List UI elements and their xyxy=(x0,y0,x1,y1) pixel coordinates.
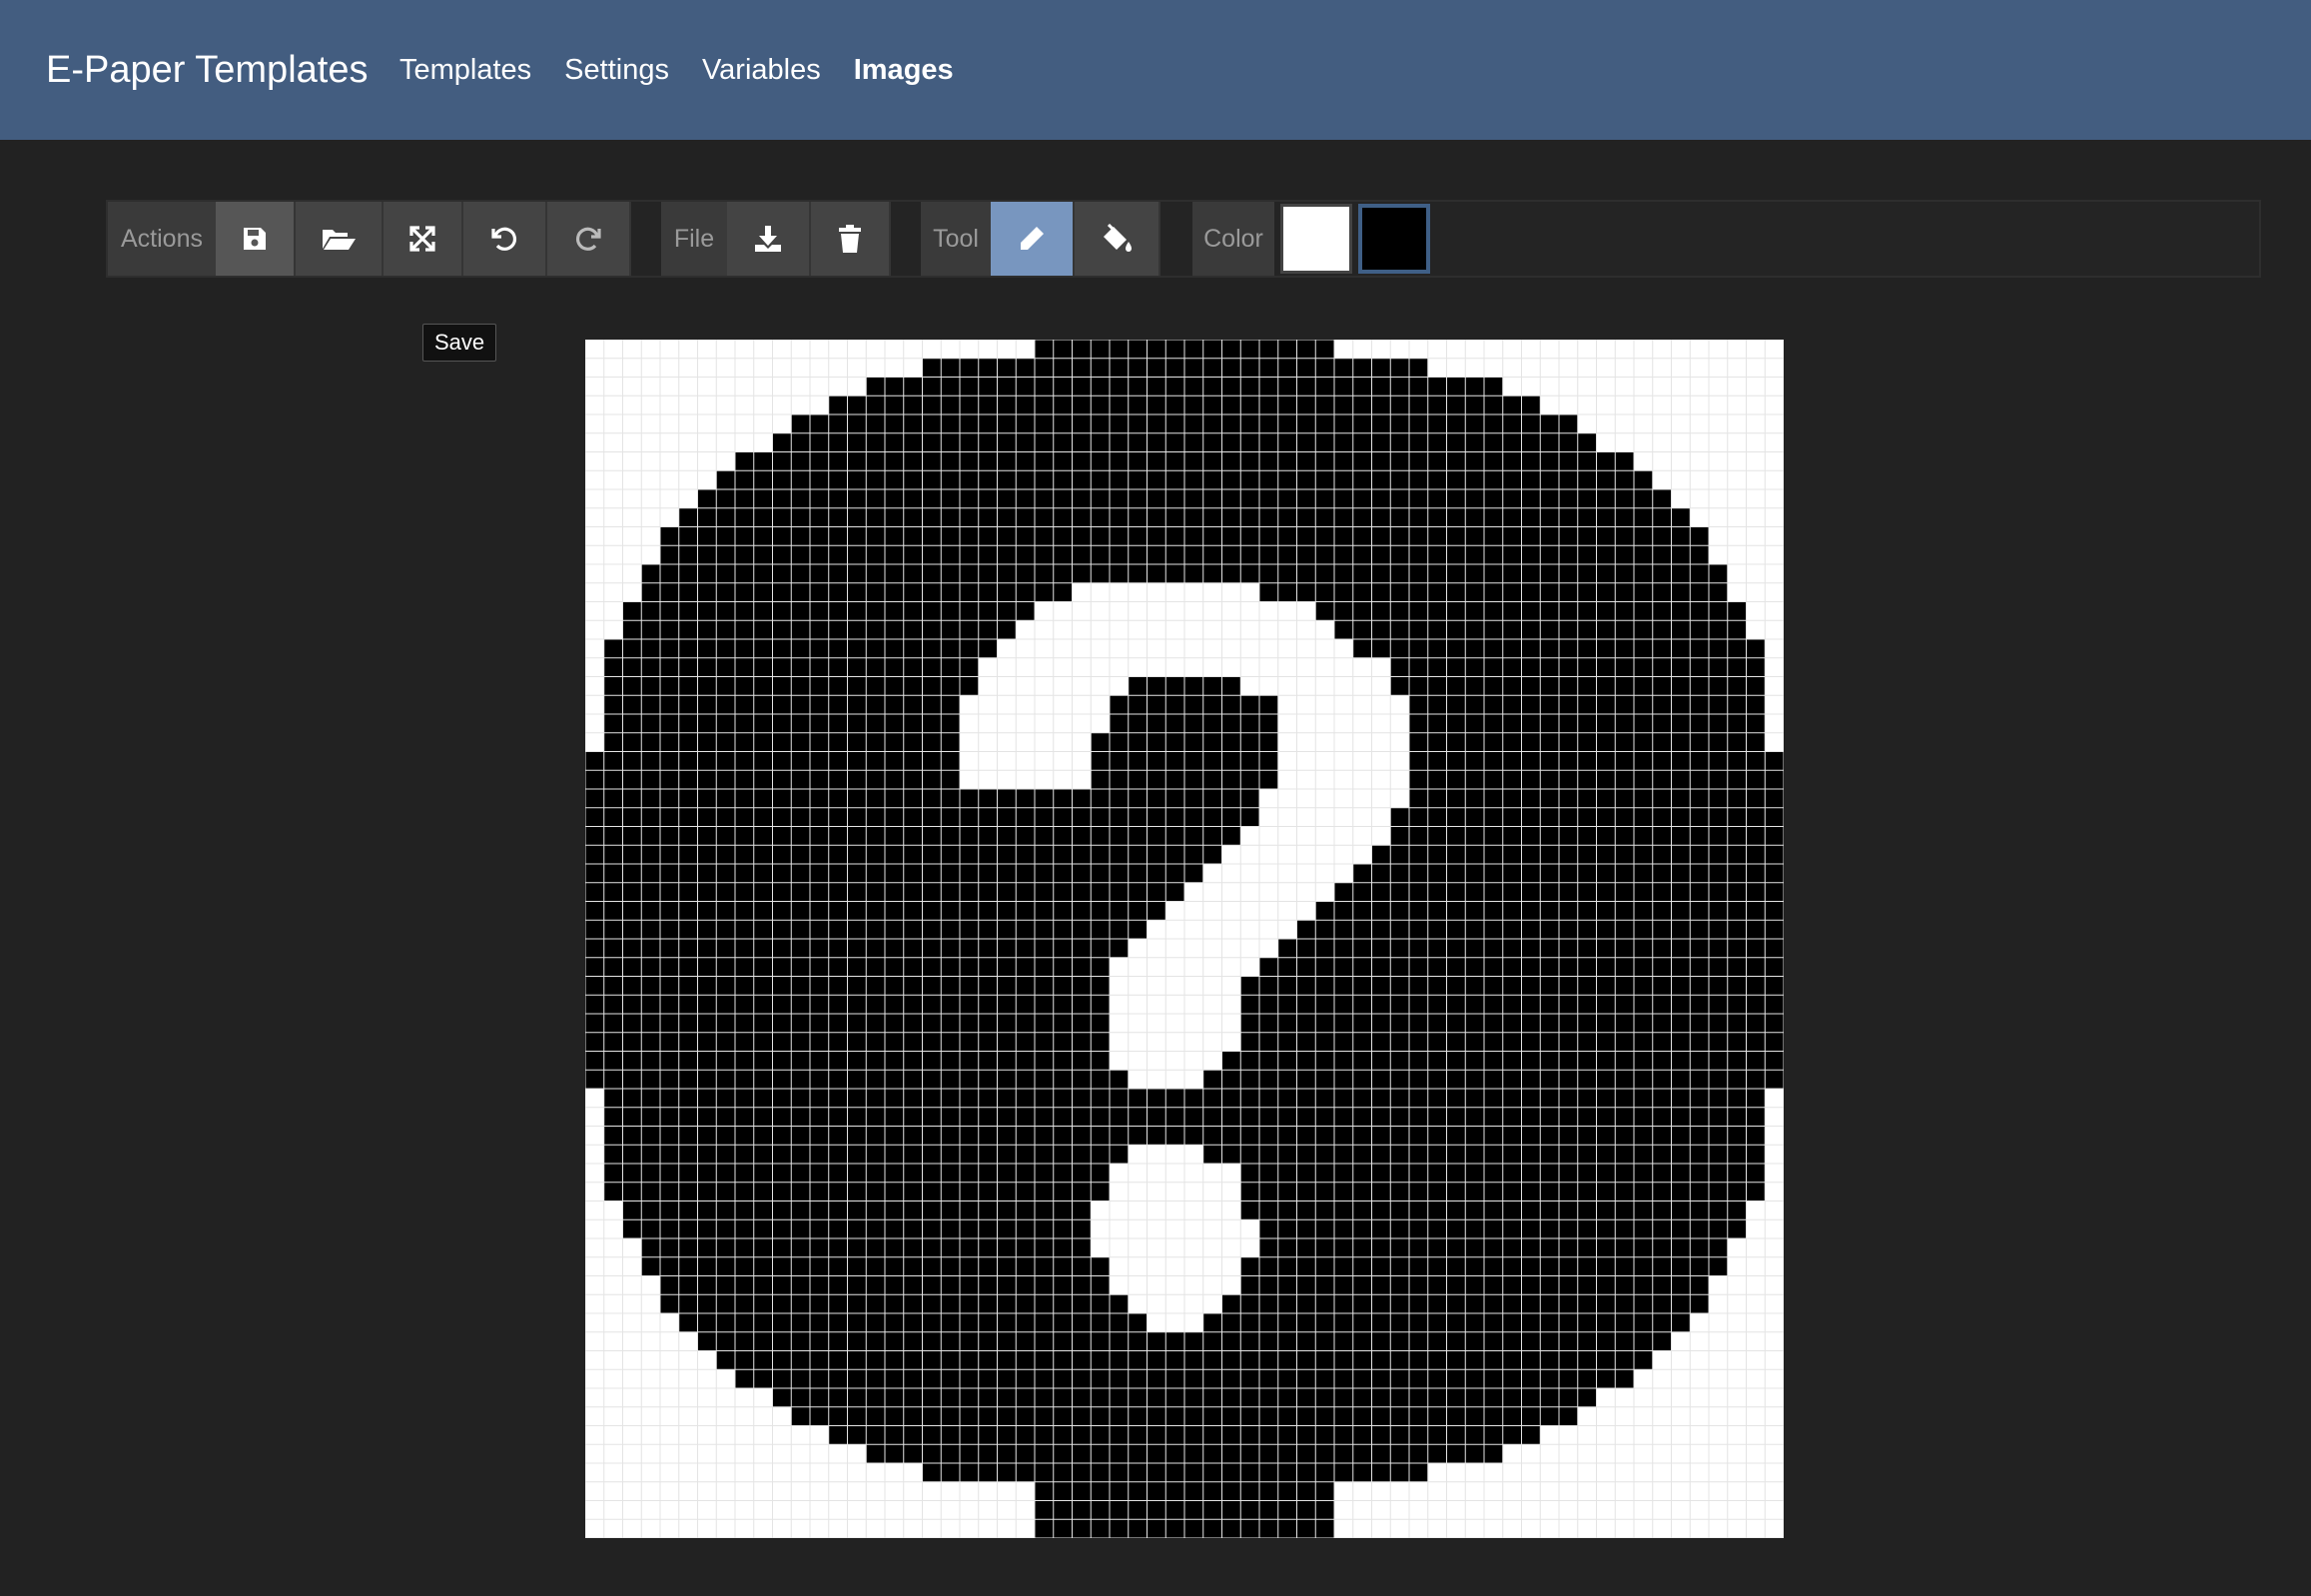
pixel-run xyxy=(585,939,1129,958)
pixel-run xyxy=(585,864,1203,883)
pixel-run xyxy=(1409,695,1766,714)
pixel-run xyxy=(678,1313,1148,1332)
fill-tool-button[interactable] xyxy=(1075,202,1160,276)
pixel-run xyxy=(1259,1238,1728,1257)
save-icon xyxy=(244,228,266,250)
pixel-run xyxy=(1409,714,1766,733)
color-swatch-white[interactable] xyxy=(1280,204,1352,274)
pixel-run xyxy=(1240,1032,1784,1052)
pixel-run xyxy=(1259,582,1728,602)
editor-toolbar: Actions File Tool Color xyxy=(106,200,2261,278)
nav-link-images[interactable]: Images xyxy=(854,47,954,93)
pixel-run xyxy=(1202,1070,1784,1089)
pixel-run xyxy=(1409,732,1766,752)
pixel-run xyxy=(1240,995,1784,1014)
folder-open-icon xyxy=(323,230,356,250)
download-button[interactable] xyxy=(727,202,811,276)
pixel-run xyxy=(1240,1275,1709,1295)
pixel-run xyxy=(603,695,960,714)
fit-button[interactable] xyxy=(384,202,463,276)
redo-icon xyxy=(575,227,601,251)
pixel-run xyxy=(1315,601,1747,621)
top-navbar: E-Paper Templates Templates Settings Var… xyxy=(0,0,2311,140)
pixel-run xyxy=(585,826,1241,846)
pixel-run xyxy=(1277,939,1784,958)
pixel-run xyxy=(1110,714,1278,733)
pixel-run xyxy=(1110,695,1278,714)
pixel-run xyxy=(603,714,960,733)
pencil-tool-button[interactable] xyxy=(991,202,1075,276)
expand-icon xyxy=(409,226,435,252)
save-tooltip: Save xyxy=(422,324,497,362)
pixel-run xyxy=(1240,1014,1784,1033)
undo-button[interactable] xyxy=(463,202,547,276)
pixel-grid[interactable] xyxy=(585,340,1784,1538)
app-brand[interactable]: E-Paper Templates xyxy=(46,45,368,95)
color-swatch-black[interactable] xyxy=(1358,204,1430,274)
pixel-run xyxy=(1240,976,1784,996)
pixel-run xyxy=(603,1182,1110,1201)
pixel-run xyxy=(922,358,1428,378)
pencil-icon xyxy=(1021,227,1044,250)
pixel-run xyxy=(585,901,1166,921)
pixel-run xyxy=(922,1463,1428,1482)
pixel-run xyxy=(1352,864,1784,883)
open-button[interactable] xyxy=(296,202,384,276)
redo-button[interactable] xyxy=(547,202,631,276)
pixel-run xyxy=(603,639,998,658)
pixel-run xyxy=(603,1164,1110,1183)
nav-links: Templates Settings Variables Images xyxy=(399,47,987,93)
pixel-editor-canvas[interactable] xyxy=(585,340,1784,1538)
color-label: Color xyxy=(1192,202,1274,276)
pixel-run xyxy=(660,1294,1129,1313)
actions-label: Actions xyxy=(108,202,216,276)
pixel-run xyxy=(1390,807,1784,827)
nav-link-variables[interactable]: Variables xyxy=(702,47,821,93)
pixel-run xyxy=(641,1256,1110,1276)
nav-link-templates[interactable]: Templates xyxy=(399,47,531,93)
pixel-run xyxy=(1240,1200,1747,1220)
trash-icon xyxy=(839,225,861,253)
tool-label: Tool xyxy=(921,202,991,276)
pixel-run xyxy=(622,620,1017,639)
nav-link-settings[interactable]: Settings xyxy=(564,47,669,93)
pixel-run xyxy=(622,1219,1092,1238)
pixel-run xyxy=(585,1070,1129,1089)
pixel-run xyxy=(641,582,1073,602)
file-label: File xyxy=(661,202,727,276)
paint-bucket-icon xyxy=(1104,224,1132,252)
pixel-run xyxy=(1390,826,1784,846)
delete-button[interactable] xyxy=(811,202,891,276)
pixel-run xyxy=(1315,901,1784,921)
undo-icon xyxy=(491,227,517,251)
download-icon xyxy=(755,226,781,252)
pixel-run xyxy=(622,1200,1092,1220)
pixel-run xyxy=(603,732,960,752)
save-button[interactable] xyxy=(216,202,296,276)
